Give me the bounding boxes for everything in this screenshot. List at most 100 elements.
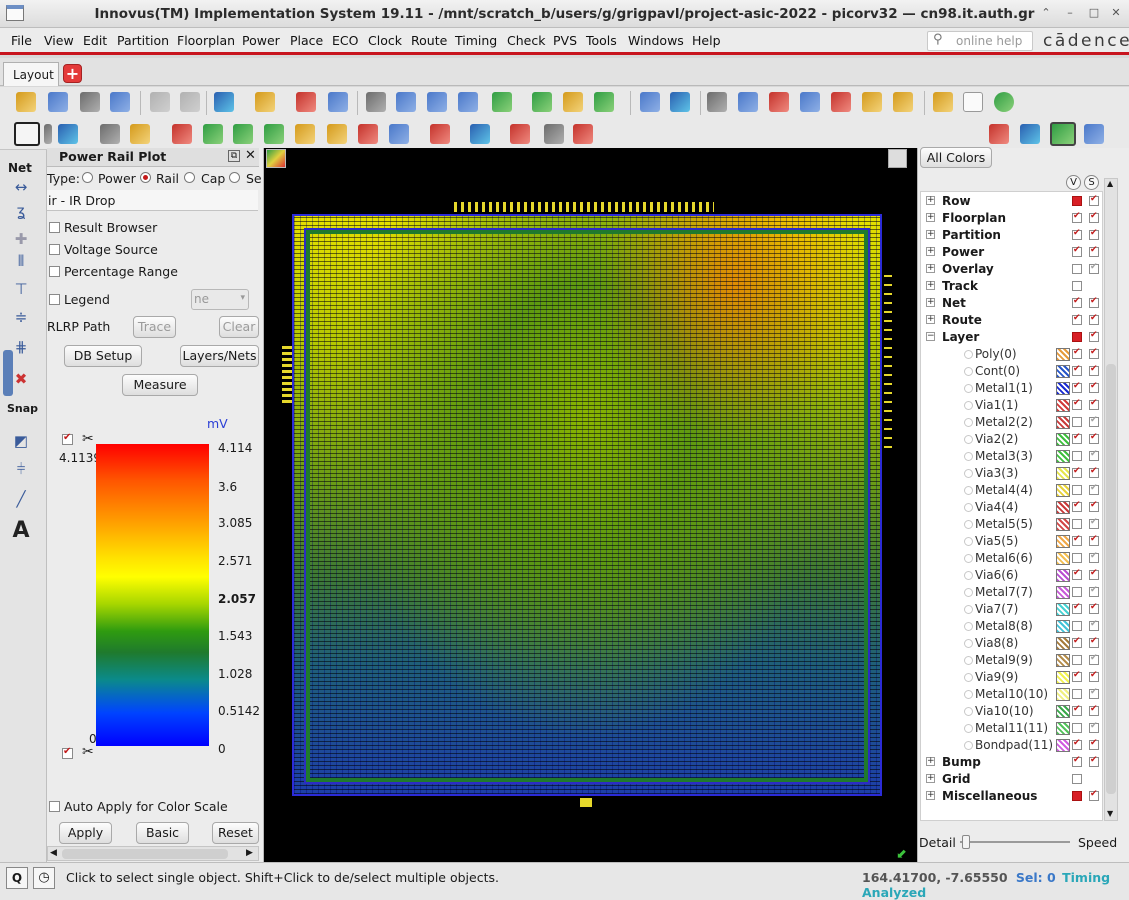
layer-radio[interactable]: [964, 520, 973, 529]
pin-icon[interactable]: [327, 124, 347, 144]
reset-button[interactable]: Reset: [212, 822, 259, 844]
visibility-checkbox[interactable]: [1089, 330, 1099, 342]
visibility-checkbox[interactable]: [1072, 500, 1082, 512]
tree-row-metal88[interactable]: Metal8(8): [921, 618, 1104, 635]
tree-row-metal33[interactable]: Metal3(3): [921, 448, 1104, 465]
info-icon[interactable]: [800, 92, 820, 112]
visibility-checkbox[interactable]: [1089, 347, 1099, 359]
layer-radio[interactable]: [964, 724, 973, 733]
tree-row-metal22[interactable]: Metal2(2): [921, 414, 1104, 431]
pan-icon[interactable]: [532, 92, 552, 112]
panel-toggle-handle[interactable]: [3, 350, 13, 396]
undo-icon[interactable]: [150, 92, 170, 112]
tree-row-via55[interactable]: Via5(5): [921, 533, 1104, 550]
layer-color-swatch[interactable]: [1056, 416, 1070, 429]
tree-row-via77[interactable]: Via7(7): [921, 601, 1104, 618]
visibility-checkbox[interactable]: [1072, 704, 1082, 716]
slider-handle[interactable]: [962, 835, 970, 849]
menu-check[interactable]: Check: [507, 33, 545, 48]
expand-icon[interactable]: +: [926, 196, 935, 205]
layer-radio[interactable]: [964, 367, 973, 376]
tree-row-metal44[interactable]: Metal4(4): [921, 482, 1104, 499]
scissors-icon[interactable]: [430, 124, 450, 144]
layer-radio[interactable]: [964, 656, 973, 665]
flight-line-icon[interactable]: [573, 124, 593, 144]
visibility-checkbox[interactable]: [1089, 398, 1099, 410]
window-close-icon[interactable]: ✕: [1107, 5, 1125, 21]
layer-radio[interactable]: [964, 537, 973, 546]
tree-view-icon[interactable]: [738, 92, 758, 112]
query-button[interactable]: Q: [6, 867, 28, 889]
layer-radio[interactable]: [964, 554, 973, 563]
visibility-checkbox[interactable]: [1072, 196, 1082, 206]
visibility-checkbox[interactable]: [1072, 398, 1082, 410]
scrollbar-thumb[interactable]: [62, 849, 228, 859]
menu-clock[interactable]: Clock: [368, 33, 402, 48]
visibility-checkbox[interactable]: [1089, 534, 1099, 546]
go-icon[interactable]: [994, 92, 1014, 112]
auto-apply-checkbox[interactable]: [49, 801, 60, 812]
visibility-checkbox[interactable]: [1089, 551, 1099, 563]
menu-edit[interactable]: Edit: [83, 33, 107, 48]
draw-line-icon[interactable]: ╱: [10, 488, 32, 510]
layer-radio[interactable]: [964, 418, 973, 427]
puzzle-icon[interactable]: [1020, 124, 1040, 144]
color-view-icon[interactable]: [1084, 124, 1104, 144]
tree-row-layer[interactable]: − Layer: [921, 329, 1104, 346]
visibility-checkbox[interactable]: [1089, 466, 1099, 478]
measure-button[interactable]: Measure: [122, 374, 198, 396]
visibility-checkbox[interactable]: [1089, 789, 1099, 801]
layer-radio[interactable]: [964, 741, 973, 750]
open-icon[interactable]: [16, 92, 36, 112]
visibility-checkbox[interactable]: [1089, 704, 1099, 716]
visibility-checkbox[interactable]: [1072, 347, 1082, 359]
hierarchy-icon[interactable]: [640, 92, 660, 112]
color-scale-bar[interactable]: [96, 444, 209, 746]
tree-row-metal11[interactable]: Metal1(1): [921, 380, 1104, 397]
visibility-checkbox[interactable]: [1072, 553, 1082, 563]
select-mode-dropdown-icon[interactable]: [44, 124, 52, 144]
tree-row-floorplan[interactable]: + Floorplan: [921, 210, 1104, 227]
tree-scrollbar-thumb[interactable]: [1106, 364, 1116, 794]
visibility-checkbox[interactable]: [1072, 432, 1082, 444]
floorplan-view-icon[interactable]: [989, 124, 1009, 144]
add-chip-2-icon[interactable]: [264, 124, 284, 144]
collapse-icon[interactable]: −: [926, 332, 935, 341]
window-maximize-icon[interactable]: □: [1085, 5, 1103, 21]
history-icon[interactable]: ◷: [33, 867, 55, 889]
expand-icon[interactable]: +: [926, 213, 935, 222]
align-middle-icon[interactable]: ≑: [10, 306, 32, 328]
visibility-checkbox[interactable]: [1089, 721, 1099, 733]
layout-view-icon[interactable]: [707, 92, 727, 112]
visibility-checkbox[interactable]: [1089, 432, 1099, 444]
select-mode-icon[interactable]: [14, 122, 40, 146]
align-top-icon[interactable]: ⊤: [10, 278, 32, 300]
menu-eco[interactable]: ECO: [332, 33, 358, 48]
design-browser-icon[interactable]: [110, 92, 130, 112]
expand-icon[interactable]: +: [926, 230, 935, 239]
clear-markers-icon[interactable]: [831, 92, 851, 112]
zoom-select-icon[interactable]: [492, 92, 512, 112]
clear-button[interactable]: Clear: [219, 316, 259, 338]
visibility-checkbox[interactable]: [1072, 519, 1082, 529]
visibility-checkbox[interactable]: [1089, 296, 1099, 308]
layer-color-swatch[interactable]: [1056, 722, 1070, 735]
layer-color-swatch[interactable]: [1056, 552, 1070, 565]
route-icon[interactable]: [130, 124, 150, 144]
add-wire-icon[interactable]: [255, 92, 275, 112]
panel-scrollbar[interactable]: ◀ ▶: [47, 846, 259, 861]
layer-color-swatch[interactable]: [1056, 654, 1070, 667]
ruler-icon[interactable]: [862, 92, 882, 112]
layer-radio[interactable]: [964, 639, 973, 648]
visibility-checkbox[interactable]: [1089, 500, 1099, 512]
layer-radio[interactable]: [964, 690, 973, 699]
visibility-checkbox[interactable]: [1089, 483, 1099, 495]
tree-row-track[interactable]: + Track: [921, 278, 1104, 295]
layer-radio[interactable]: [964, 384, 973, 393]
menu-view[interactable]: View: [44, 33, 74, 48]
layer-color-swatch[interactable]: [1056, 433, 1070, 446]
wire-edit-icon[interactable]: [214, 92, 234, 112]
visibility-checkbox[interactable]: [1072, 621, 1082, 631]
layer-color-swatch[interactable]: [1056, 467, 1070, 480]
tree-row-bondpad11[interactable]: Bondpad(11): [921, 737, 1104, 754]
